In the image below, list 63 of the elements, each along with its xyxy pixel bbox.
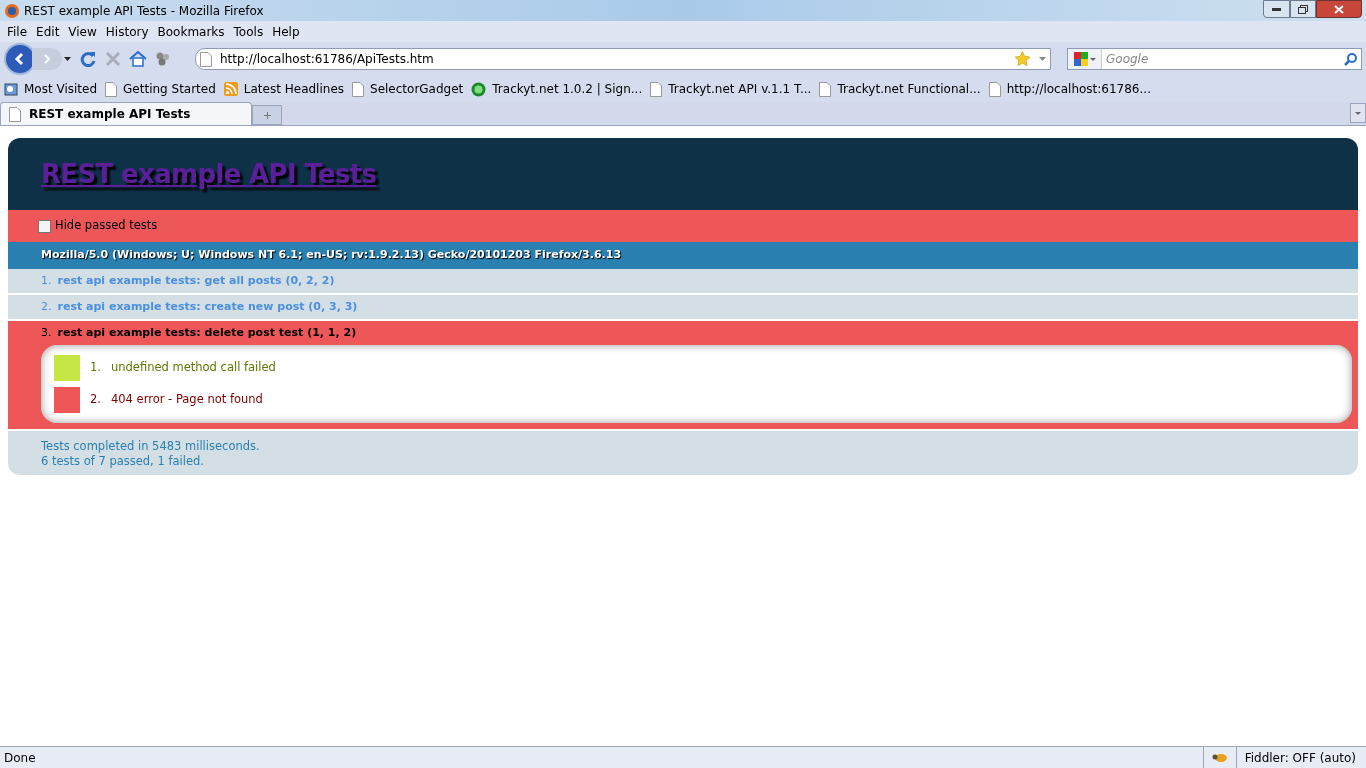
bookmark-link[interactable]: http://localhost:61786... — [988, 80, 1151, 98]
checkbox[interactable] — [38, 219, 51, 233]
bookmark-link[interactable]: Trackyt.net Functional... — [819, 80, 981, 98]
feed-icon — [223, 82, 238, 96]
fiddler-status[interactable]: Fiddler: OFF (auto) — [1235, 747, 1366, 768]
window-title: REST example API Tests - Mozilla Firefox — [24, 2, 264, 20]
menu-item[interactable]: Edit — [33, 22, 63, 41]
folder-icon — [4, 82, 18, 96]
dropdown-caret-icon[interactable] — [64, 57, 71, 61]
test-row[interactable]: 3. rest api example tests: delete post test (1, 1, 2) 1. undefined method call failed 2. 404 error - Page not found — [8, 321, 1358, 431]
minimize-button[interactable] — [1263, 0, 1290, 18]
dropdown-caret-icon — [1355, 111, 1361, 115]
browser-logo-icon — [4, 2, 20, 19]
star-icon[interactable] — [1014, 51, 1031, 67]
assertion-message: undefined method call failed — [111, 359, 276, 377]
close-icon — [1334, 4, 1344, 14]
address-field[interactable]: http://localhost:61786/ApiTests.htm — [195, 48, 1051, 70]
status-text: Done — [3, 749, 37, 767]
menu-item[interactable]: History — [102, 22, 152, 41]
test-name[interactable]: rest api example tests: delete post test (1, 1, 2) — [57, 324, 357, 342]
google-logo-icon[interactable] — [1073, 52, 1088, 66]
assertion-number: 1. — [90, 359, 101, 377]
test-number: 3. — [41, 324, 52, 341]
restore-icon — [1298, 4, 1308, 14]
bookmark-link[interactable]: Latest Headlines — [223, 80, 344, 98]
reload-icon[interactable] — [79, 50, 97, 68]
home-icon[interactable] — [129, 51, 147, 67]
browser-tab[interactable]: REST example API Tests — [0, 102, 252, 125]
page-icon — [9, 106, 21, 122]
assertion-number: 2. — [90, 391, 101, 409]
restore-button[interactable] — [1290, 0, 1316, 18]
menu-item[interactable]: Bookmarks — [154, 22, 228, 41]
menu-item[interactable]: Tools — [230, 22, 267, 41]
search-icon[interactable] — [1344, 52, 1357, 66]
page-icon — [988, 81, 1001, 97]
summary-text: Tests completed in 5483 milliseconds. — [41, 439, 261, 454]
close-button[interactable] — [1316, 0, 1362, 18]
menu-item[interactable]: File — [4, 22, 31, 41]
page-icon — [105, 81, 118, 97]
bookmark-link[interactable]: Trackyt.net API v.1.1 T... — [650, 80, 812, 98]
summary-text: 6 tests of 7 passed, 1 failed. — [41, 454, 205, 469]
new-tab-button[interactable] — [252, 105, 282, 125]
user-agent-text: Mozilla/5.0 (Windows; U; Windows NT 6.1; en-US; rv:1.9.2.13) Gecko/20101203 Firefox/3.6.13 — [41, 247, 622, 264]
addon-icon[interactable] — [155, 51, 171, 67]
bug-icon[interactable] — [1211, 751, 1228, 764]
menu-item[interactable]: Help — [269, 22, 303, 41]
page-icon — [200, 51, 212, 67]
test-number: 2. — [41, 298, 52, 315]
test-number: 1. — [41, 272, 52, 289]
search-field[interactable]: Google — [1067, 48, 1362, 70]
page-icon — [352, 81, 364, 97]
bookmark-link[interactable]: Getting Started — [105, 80, 216, 98]
checkbox-label: Hide passed tests — [55, 217, 158, 235]
page-icon — [819, 81, 832, 97]
minimize-icon — [1272, 7, 1281, 11]
bookmark-link[interactable]: Most Visited — [4, 80, 98, 98]
menu-item[interactable]: View — [65, 22, 100, 41]
bookmark-link[interactable]: SelectorGadget — [352, 80, 464, 98]
bookmark-link[interactable]: Trackyt.net 1.0.2 | Sign... — [471, 80, 643, 98]
plus-icon — [263, 111, 271, 119]
assertion-message: 404 error - Page not found — [111, 391, 263, 409]
dropdown-caret-icon[interactable] — [1089, 57, 1096, 61]
page-icon — [650, 81, 663, 97]
